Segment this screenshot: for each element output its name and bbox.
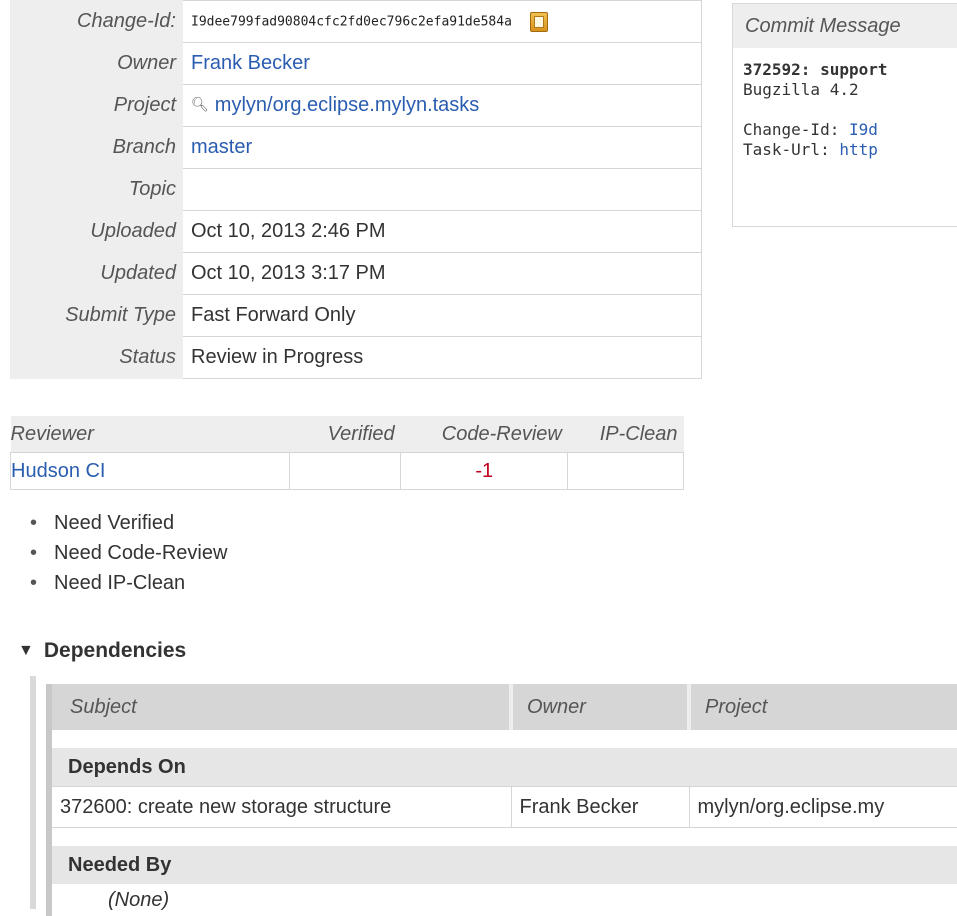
reviewer-column-header: Reviewer — [10, 416, 290, 453]
project-label: Project — [10, 84, 183, 127]
commit-subject: 372592: support — [743, 60, 888, 79]
topic-row: Topic — [10, 168, 702, 211]
dependency-subject[interactable]: 372600: create new storage structure — [60, 796, 391, 818]
reviewer-row: Hudson CI -1 — [10, 452, 684, 490]
needs-list: Need Verified Need Code-Review Need IP-C… — [30, 508, 227, 598]
project-row: Project 🔍︎ mylyn/org.eclipse.mylyn.tasks — [10, 84, 702, 127]
code-review-column-header: Code-Review — [400, 416, 568, 453]
owner-column-header: Owner — [509, 684, 689, 730]
verified-column-header: Verified — [289, 416, 401, 453]
updated-value: Oct 10, 2013 3:17 PM — [182, 252, 702, 295]
uploaded-row: Uploaded Oct 10, 2013 2:46 PM — [10, 210, 702, 253]
status-label: Status — [10, 336, 183, 379]
change-id-value[interactable]: I9dee799fad90804cfc2fd0ec796c2efa91de584… — [191, 14, 512, 29]
project-column-header: Project — [687, 684, 957, 730]
commit-line-2: Bugzilla 4.2 — [743, 80, 859, 99]
change-info-table: Change-Id: I9dee799fad90804cfc2fd0ec796c… — [10, 0, 702, 379]
reviewer-code-review-cell: -1 — [400, 452, 569, 490]
commit-task-url-link[interactable]: http — [839, 140, 878, 159]
submit-type-row: Submit Type Fast Forward Only — [10, 294, 702, 337]
dependencies-title: Dependencies — [43, 639, 187, 662]
needed-by-label: Needed By — [46, 846, 957, 884]
needed-by-section: Needed By — [46, 846, 957, 884]
submit-type-value: Fast Forward Only — [182, 294, 702, 337]
needed-by-none: (None) — [46, 884, 957, 916]
commit-message-panel: Commit Message 372592: support Bugzilla … — [732, 3, 957, 227]
reviewers-header-row: Reviewer Verified Code-Review IP-Clean — [10, 416, 684, 453]
topic-value — [182, 168, 702, 211]
project-link[interactable]: mylyn/org.eclipse.mylyn.tasks — [215, 94, 480, 116]
branch-row: Branch master — [10, 126, 702, 169]
need-verified-item: Need Verified — [30, 508, 227, 538]
dependencies-header-row: Subject Owner Project — [46, 684, 957, 730]
dependencies-indent-rule — [30, 676, 36, 909]
depends-on-section: Depends On — [46, 748, 957, 787]
owner-row: Owner Frank Becker — [10, 42, 702, 85]
updated-row: Updated Oct 10, 2013 3:17 PM — [10, 252, 702, 295]
reviewer-verified-cell — [288, 452, 402, 490]
subject-column-header: Subject — [46, 684, 511, 730]
need-ip-clean-item: Need IP-Clean — [30, 568, 227, 598]
change-id-label: Change-Id: — [10, 0, 183, 43]
dependencies-toggle[interactable]: ▼ Dependencies — [18, 636, 186, 666]
search-icon[interactable]: 🔍︎ — [191, 96, 209, 113]
uploaded-value: Oct 10, 2013 2:46 PM — [182, 210, 702, 253]
commit-message-header: Commit Message — [733, 4, 957, 48]
branch-label: Branch — [10, 126, 183, 169]
triangle-down-icon[interactable]: ▼ — [18, 636, 34, 666]
status-value: Review in Progress — [182, 336, 702, 379]
commit-change-id-link[interactable]: I9d — [849, 120, 878, 139]
commit-task-url-key: Task-Url: — [743, 140, 840, 159]
dependency-owner: Frank Becker — [510, 786, 690, 828]
need-code-review-item: Need Code-Review — [30, 538, 227, 568]
dependency-row[interactable]: 372600: create new storage structure Fra… — [46, 786, 957, 828]
reviewer-ip-clean-cell — [567, 452, 684, 490]
reviewer-name-link[interactable]: Hudson CI — [11, 460, 106, 482]
owner-link[interactable]: Frank Becker — [191, 52, 310, 74]
status-row: Status Review in Progress — [10, 336, 702, 379]
topic-label: Topic — [10, 168, 183, 211]
commit-change-id-key: Change-Id: — [743, 120, 849, 139]
uploaded-label: Uploaded — [10, 210, 183, 253]
submit-type-label: Submit Type — [10, 294, 183, 337]
ip-clean-column-header: IP-Clean — [567, 416, 684, 453]
dependency-project: mylyn/org.eclipse.my — [688, 786, 957, 828]
commit-message-body: 372592: support Bugzilla 4.2 Change-Id: … — [733, 48, 957, 160]
change-id-row: Change-Id: I9dee799fad90804cfc2fd0ec796c… — [10, 0, 702, 43]
owner-label: Owner — [10, 42, 183, 85]
copy-icon[interactable] — [529, 11, 548, 32]
needed-by-empty-row: (None) — [46, 884, 957, 916]
branch-link[interactable]: master — [191, 136, 252, 158]
depends-on-label: Depends On — [46, 748, 957, 787]
updated-label: Updated — [10, 252, 183, 295]
reviewers-table: Reviewer Verified Code-Review IP-Clean H… — [10, 416, 684, 490]
dependencies-table: Subject Owner Project Depends On 372600:… — [46, 684, 957, 916]
